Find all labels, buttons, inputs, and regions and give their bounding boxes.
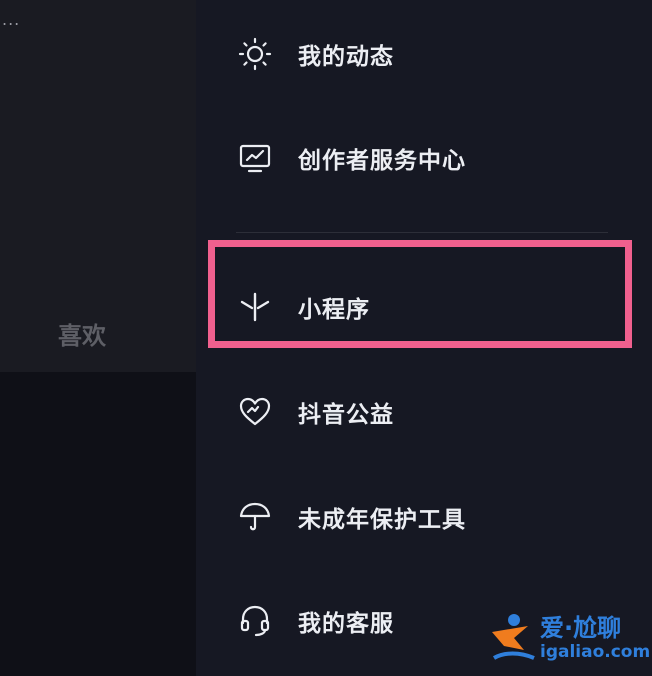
menu-item-my-posts[interactable]: 我的动态 bbox=[196, 14, 652, 94]
menu-item-douyin-charity[interactable]: 抖音公益 bbox=[196, 372, 652, 452]
site-watermark: 爱·尬聊 igaliao.com bbox=[484, 606, 652, 670]
background-profile-area: ... 喜欢 bbox=[0, 0, 196, 372]
menu-item-label: 我的客服 bbox=[298, 611, 394, 637]
watermark-url: igaliao.com bbox=[540, 642, 651, 662]
menu-item-label: 创作者服务中心 bbox=[298, 148, 466, 174]
menu-item-label: 抖音公益 bbox=[298, 402, 394, 428]
menu-divider bbox=[236, 232, 608, 233]
side-menu-drawer: 我的动态 创作者服务中心 小程序 抖音公益 未成年保护工具 我的客服 bbox=[196, 0, 652, 676]
mini-program-icon bbox=[238, 290, 272, 324]
background-page: ... 喜欢 bbox=[0, 0, 196, 676]
menu-item-minor-protection[interactable]: 未成年保护工具 bbox=[196, 477, 652, 557]
more-icon[interactable]: ... bbox=[2, 10, 20, 29]
menu-item-label: 小程序 bbox=[298, 297, 370, 323]
menu-item-mini-program[interactable]: 小程序 bbox=[196, 267, 652, 347]
headset-icon bbox=[238, 604, 272, 638]
sun-icon bbox=[238, 37, 272, 71]
menu-item-label: 我的动态 bbox=[298, 44, 394, 70]
menu-item-creator-center[interactable]: 创作者服务中心 bbox=[196, 118, 652, 198]
umbrella-icon bbox=[238, 500, 272, 534]
tab-like[interactable]: 喜欢 bbox=[58, 316, 106, 351]
watermark-title: 爱·尬聊 bbox=[540, 614, 622, 642]
menu-item-label: 未成年保护工具 bbox=[298, 507, 466, 533]
watermark-logo-icon bbox=[492, 614, 535, 660]
heart-charity-icon bbox=[238, 395, 272, 429]
monitor-chart-icon bbox=[238, 141, 272, 175]
